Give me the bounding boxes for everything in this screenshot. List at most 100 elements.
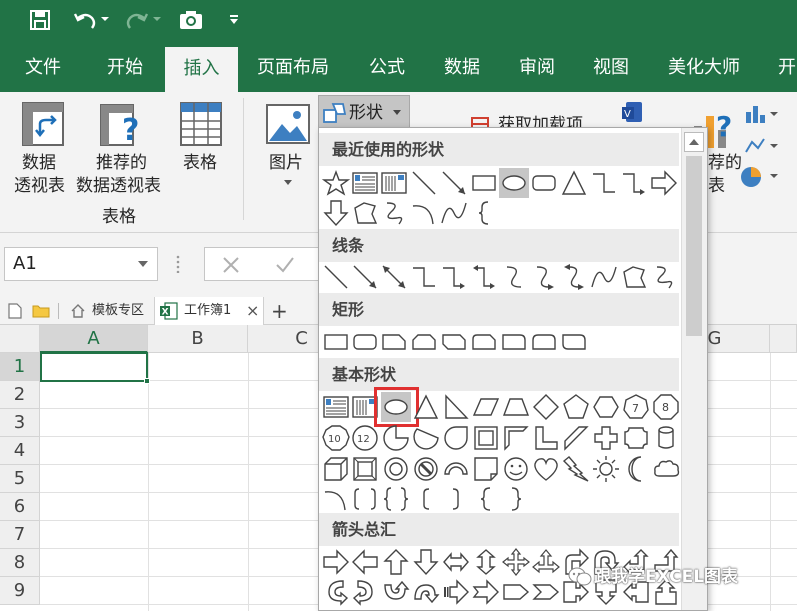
visio-icon[interactable]: V bbox=[622, 100, 644, 124]
tab-formulas[interactable]: 公式 bbox=[369, 44, 405, 92]
right-brace-icon[interactable] bbox=[501, 484, 531, 514]
heptagon-icon[interactable]: 7 bbox=[621, 392, 651, 422]
pivot-table-button[interactable]: 数据 透视表 bbox=[10, 100, 74, 200]
tab-data[interactable]: 数据 bbox=[444, 44, 480, 92]
round-same-side-rect-icon[interactable] bbox=[529, 327, 559, 357]
shapes-scrollbar[interactable] bbox=[681, 128, 707, 610]
sun-icon[interactable] bbox=[591, 454, 621, 484]
row-header-4[interactable]: 4 bbox=[0, 437, 40, 465]
shapes-button[interactable]: 形状 bbox=[318, 95, 410, 129]
hexagon-icon[interactable] bbox=[591, 392, 621, 422]
basic-text-box-icon[interactable] bbox=[321, 392, 351, 422]
arc-basic-icon[interactable] bbox=[321, 484, 351, 514]
scroll-up-button[interactable] bbox=[684, 132, 704, 152]
row-header-3[interactable]: 3 bbox=[0, 409, 40, 437]
camera-icon[interactable] bbox=[178, 8, 204, 32]
plaque-icon[interactable] bbox=[621, 423, 651, 453]
pie-chart-icon[interactable] bbox=[740, 166, 780, 188]
elbow-connector-line-icon[interactable] bbox=[409, 262, 439, 292]
snip-same-side-rect-icon[interactable] bbox=[409, 327, 439, 357]
pentagon-arrow-icon[interactable] bbox=[501, 577, 531, 607]
quad-arrow-icon[interactable] bbox=[501, 547, 531, 577]
down-arrow-icon[interactable] bbox=[411, 547, 441, 577]
curved-right-arrow-icon[interactable] bbox=[321, 577, 351, 607]
tab-review[interactable]: 审阅 bbox=[519, 44, 555, 92]
column-header-a[interactable]: A bbox=[40, 325, 148, 353]
text-box-icon[interactable] bbox=[350, 168, 380, 198]
isosceles-triangle-icon[interactable] bbox=[411, 392, 441, 422]
cloud-icon[interactable] bbox=[651, 454, 681, 484]
tab-home[interactable]: 开始 bbox=[107, 44, 143, 92]
new-tab-button[interactable]: + bbox=[271, 297, 288, 325]
undo-icon[interactable] bbox=[72, 8, 98, 34]
column-chart-icon[interactable] bbox=[744, 104, 780, 124]
right-triangle-icon[interactable] bbox=[441, 392, 471, 422]
vertical-text-box-icon[interactable] bbox=[379, 168, 409, 198]
striped-right-arrow-icon[interactable] bbox=[441, 577, 471, 607]
smiley-face-icon[interactable] bbox=[501, 454, 531, 484]
selected-cell-a1[interactable] bbox=[40, 352, 148, 382]
rounded-rect-icon[interactable] bbox=[350, 327, 380, 357]
row-header-5[interactable]: 5 bbox=[0, 465, 40, 493]
cube-icon[interactable] bbox=[321, 454, 351, 484]
triangle-shape-icon[interactable] bbox=[559, 168, 589, 198]
save-icon[interactable] bbox=[28, 8, 52, 32]
folder-icon[interactable] bbox=[32, 303, 50, 318]
left-brace-basic-icon[interactable] bbox=[471, 484, 501, 514]
block-arc-icon[interactable] bbox=[441, 454, 471, 484]
arrow-line-icon[interactable] bbox=[439, 168, 469, 198]
left-bracket-icon[interactable] bbox=[411, 484, 441, 514]
recommended-pivot-button[interactable]: ? 推荐的 数据透视表 bbox=[76, 100, 168, 200]
right-arrow-icon[interactable] bbox=[321, 547, 351, 577]
tab-insert[interactable]: 插入 bbox=[165, 47, 238, 92]
customize-quick-access-icon[interactable] bbox=[228, 14, 240, 26]
curved-down-arrow-icon[interactable] bbox=[411, 577, 441, 607]
snip-round-rect-icon[interactable] bbox=[469, 327, 499, 357]
left-right-up-arrow-icon[interactable] bbox=[531, 547, 561, 577]
bevel-icon[interactable] bbox=[350, 454, 380, 484]
line-double-arrow-icon[interactable] bbox=[379, 262, 409, 292]
notched-right-arrow-icon[interactable] bbox=[471, 577, 501, 607]
elbow-arrow-line-icon[interactable] bbox=[439, 262, 469, 292]
round-diagonal-rect-icon[interactable] bbox=[559, 327, 589, 357]
curved-left-arrow-icon[interactable] bbox=[350, 577, 380, 607]
freeform-shape-icon[interactable] bbox=[350, 198, 380, 228]
redo-dropdown-icon[interactable] bbox=[152, 14, 162, 24]
diagonal-stripe-icon[interactable] bbox=[561, 423, 591, 453]
cross-icon[interactable] bbox=[591, 423, 621, 453]
octagon-icon[interactable]: 8 bbox=[651, 392, 681, 422]
snip-single-corner-rect-icon[interactable] bbox=[379, 327, 409, 357]
row-header-7[interactable]: 7 bbox=[0, 521, 40, 549]
redo-icon[interactable] bbox=[124, 8, 150, 34]
curved-arrow-connector-icon[interactable] bbox=[529, 262, 559, 292]
column-header-b[interactable]: B bbox=[148, 325, 248, 353]
line-arrow-icon[interactable] bbox=[350, 262, 380, 292]
can-icon[interactable] bbox=[651, 423, 681, 453]
curved-up-arrow-icon[interactable] bbox=[381, 577, 411, 607]
name-box[interactable]: A1 bbox=[4, 247, 158, 281]
freeform-line-icon[interactable] bbox=[619, 262, 649, 292]
chevron-arrow-icon[interactable] bbox=[531, 577, 561, 607]
pentagon-icon[interactable] bbox=[561, 392, 591, 422]
diamond-icon[interactable] bbox=[531, 392, 561, 422]
curved-double-arrow-connector-icon[interactable] bbox=[559, 262, 589, 292]
line-icon[interactable] bbox=[321, 262, 351, 292]
pie-shape-icon[interactable] bbox=[381, 423, 411, 453]
fill-handle[interactable] bbox=[144, 378, 150, 384]
dodecagon-icon[interactable]: 12 bbox=[350, 423, 380, 453]
curve-line-icon[interactable] bbox=[589, 262, 619, 292]
rectangle-shape-icon[interactable] bbox=[469, 168, 499, 198]
undo-dropdown-icon[interactable] bbox=[100, 14, 110, 24]
curved-connector-icon[interactable] bbox=[499, 262, 529, 292]
trapezoid-icon[interactable] bbox=[501, 392, 531, 422]
double-bracket-icon[interactable] bbox=[350, 484, 380, 514]
no-symbol-icon[interactable] bbox=[411, 454, 441, 484]
column-header-next[interactable] bbox=[770, 325, 797, 353]
right-bracket-icon[interactable] bbox=[441, 484, 471, 514]
enter-icon[interactable] bbox=[275, 255, 295, 275]
frame-icon[interactable] bbox=[471, 423, 501, 453]
round-single-corner-rect-icon[interactable] bbox=[499, 327, 529, 357]
tab-partial[interactable]: 开 bbox=[778, 44, 796, 92]
row-header-2[interactable]: 2 bbox=[0, 381, 40, 409]
left-arrow-icon[interactable] bbox=[350, 547, 380, 577]
